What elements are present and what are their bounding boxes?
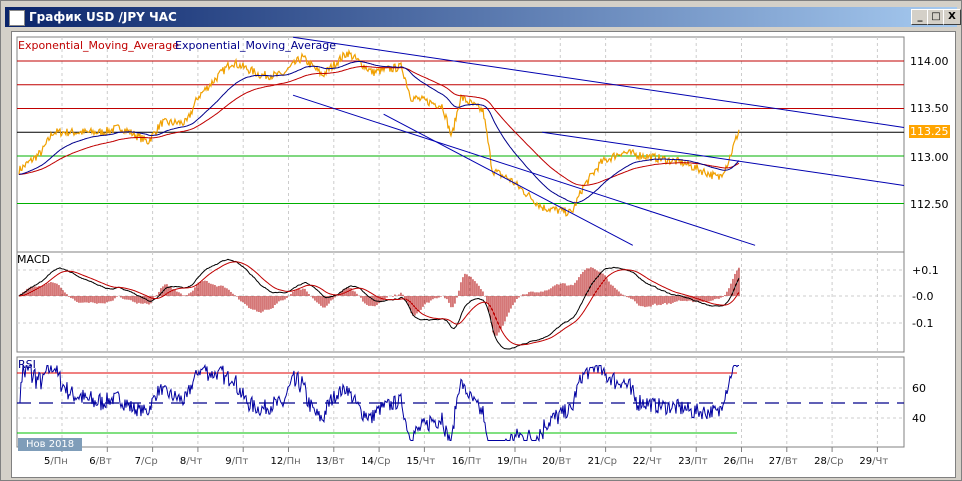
rsi-tick: 60 <box>912 382 926 395</box>
chart-svg[interactable] <box>12 32 955 477</box>
x-axis-label: 12/Пн <box>270 456 301 467</box>
chart-icon <box>9 10 25 26</box>
macd-tick: -0.0 <box>912 290 934 303</box>
panel-frame <box>16 251 905 353</box>
trend-line <box>292 94 756 246</box>
x-axis-label: 14/Ср <box>361 456 391 467</box>
macd-tick: -0.1 <box>912 317 934 330</box>
ema-legend-blue: Exponential_Moving_Average <box>175 39 336 52</box>
macd-tick: +0.1 <box>912 264 939 277</box>
price-tick: 113.50 <box>910 102 949 115</box>
price-tick: 113.00 <box>910 151 949 164</box>
current-price-badge: 113.25 <box>909 125 950 138</box>
price-tick: 114.00 <box>910 55 949 68</box>
window-title: График USD /JPY ЧАС <box>29 10 177 24</box>
panel-frame <box>16 36 905 253</box>
x-axis-label: 15/Чт <box>406 456 436 467</box>
x-axis-label: 23/Пт <box>678 456 708 467</box>
chart-window: График USD /JPY ЧАС _ □ X Exponential_Mo… <box>0 0 962 481</box>
x-axis-label: 9/Пт <box>225 456 249 467</box>
x-axis-label: 29/Чт <box>859 456 889 467</box>
price-tick: 112.50 <box>910 198 949 211</box>
x-axis-label: 20/Вт <box>542 456 572 467</box>
x-axis-label: 8/Чт <box>179 456 203 467</box>
close-button[interactable]: X <box>943 9 961 25</box>
x-axis-label: 5/Пн <box>44 456 68 467</box>
x-axis-label: 19/Пн <box>497 456 528 467</box>
x-axis-label: 6/Вт <box>89 456 112 467</box>
x-axis-label: 28/Ср <box>814 456 844 467</box>
x-axis-label: 16/Пт <box>451 456 482 467</box>
x-axis-label: 27/Вт <box>768 456 798 467</box>
trend-line <box>383 113 634 246</box>
rsi-tick: 40 <box>912 412 926 425</box>
ema-legend-red: Exponential_Moving_Average <box>18 39 179 52</box>
rsi-label: RSI <box>18 358 36 371</box>
macd-label: MACD <box>17 253 50 266</box>
month-badge: Нов 2018 <box>18 438 83 451</box>
x-axis-label: 13/Вт <box>315 456 345 467</box>
x-axis-label: 26/Пн <box>723 456 754 467</box>
x-axis-label: 7/Ср <box>134 456 158 467</box>
x-axis-label: 21/Ср <box>587 456 618 467</box>
trend-line <box>292 36 905 128</box>
trend-line <box>542 131 905 186</box>
chart-canvas[interactable]: Exponential_Moving_Average Exponential_M… <box>11 31 956 478</box>
x-axis-label: 22/Чт <box>632 456 662 467</box>
title-bar: График USD /JPY ЧАС _ □ X <box>5 7 961 27</box>
